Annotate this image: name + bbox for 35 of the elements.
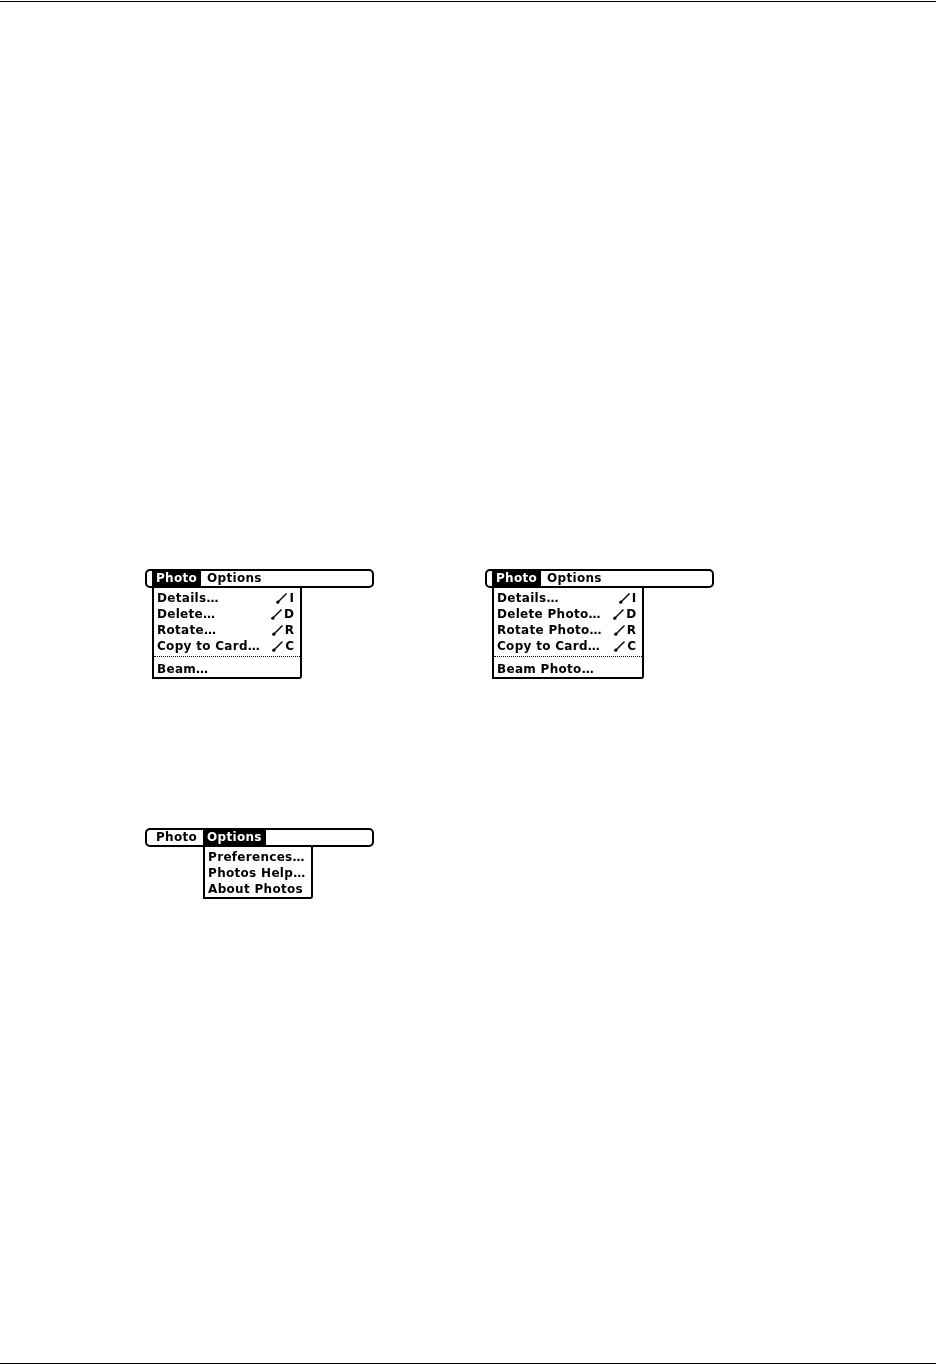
menu-title[interactable]: Options xyxy=(543,571,606,586)
stroke-icon xyxy=(614,640,626,652)
menu-item[interactable]: Delete… D xyxy=(157,606,295,622)
shortcut-letter: D xyxy=(626,607,637,621)
menu-title[interactable]: Options xyxy=(203,830,266,845)
menu-item[interactable]: Preferences… xyxy=(208,849,306,865)
menu-item[interactable]: Copy to Card… C xyxy=(157,638,295,654)
stroke-icon xyxy=(618,592,630,604)
menu-title[interactable]: Photo xyxy=(152,830,202,845)
shortcut-letter: D xyxy=(283,607,295,621)
menu-item[interactable]: Copy to Card… C xyxy=(497,638,637,654)
stroke-icon xyxy=(613,608,625,620)
menu-title[interactable]: Photo xyxy=(492,571,542,586)
stroke-icon xyxy=(272,640,284,652)
menu-item[interactable]: Details… I xyxy=(157,590,295,606)
menu-item[interactable]: Delete Photo… D xyxy=(497,606,637,622)
menu-item[interactable]: Rotate Photo… R xyxy=(497,622,637,638)
menu-title[interactable]: Options xyxy=(203,571,266,586)
shortcut-letter: R xyxy=(284,623,295,637)
menu-item[interactable]: Photos Help… xyxy=(208,865,306,881)
stroke-icon xyxy=(613,624,625,636)
menu-item[interactable]: Details… I xyxy=(497,590,637,606)
menu-item[interactable]: Beam… xyxy=(157,661,295,677)
menu-title[interactable]: Photo xyxy=(152,571,202,586)
shortcut-letter: I xyxy=(289,591,295,605)
shortcut-letter: I xyxy=(631,591,637,605)
menu-item[interactable]: Beam Photo… xyxy=(497,661,637,677)
stroke-icon xyxy=(271,624,283,636)
shortcut-letter: C xyxy=(285,639,295,653)
menu-item[interactable]: Rotate… R xyxy=(157,622,295,638)
shortcut-letter: R xyxy=(626,623,637,637)
stroke-icon xyxy=(270,608,282,620)
stroke-icon xyxy=(276,592,288,604)
shortcut-letter: C xyxy=(627,639,637,653)
menu-item[interactable]: About Photos xyxy=(208,881,306,897)
